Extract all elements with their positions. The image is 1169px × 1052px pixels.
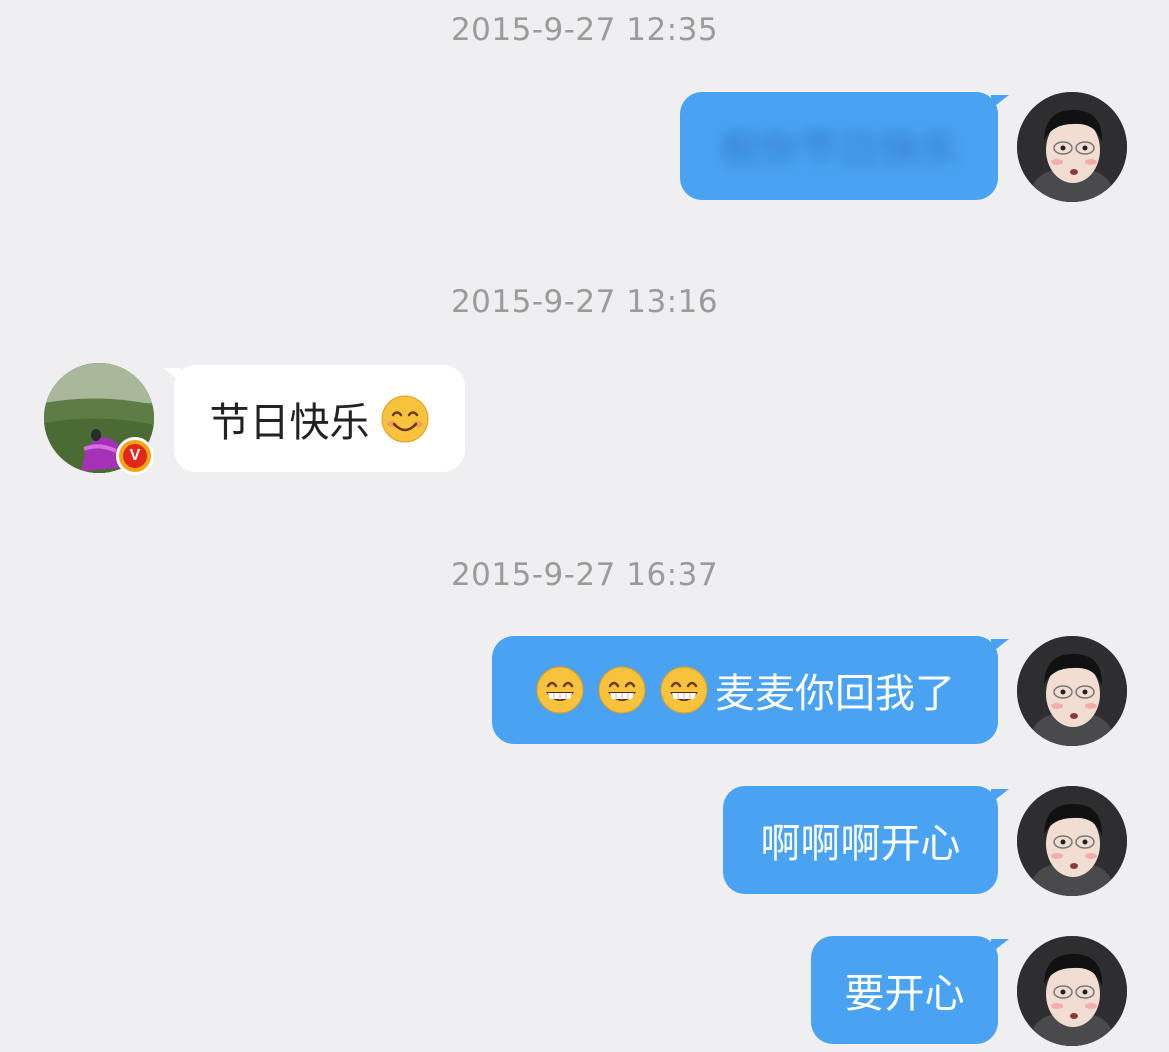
bubble-tail [991,939,1009,953]
timestamp: 2015-9-27 12:35 [450,12,719,48]
timestamp: 2015-9-27 16:37 [450,557,719,593]
message-bubble-outgoing[interactable]: 要开心 [811,936,1009,1044]
message-text: 要开心 [844,971,965,1017]
message-text: 啊啊啊开心 [760,821,961,867]
message-text-blurred: 祝你节日快乐 [719,127,959,173]
message-bubble-outgoing[interactable]: 麦麦你回我了 [492,636,1009,744]
bubble-tail [991,95,1009,109]
my-avatar[interactable] [1017,936,1127,1046]
timestamp: 2015-9-27 13:16 [450,284,719,320]
grinning-face-emoji [659,665,709,715]
grinning-face-emoji [597,665,647,715]
message-bubble-outgoing[interactable]: 祝你节日快乐 [680,92,1009,200]
bubble-tail [991,639,1009,653]
message-text: 节日快乐 [209,399,370,446]
message-bubble-outgoing[interactable]: 啊啊啊开心 [723,786,1009,894]
smiling-face-emoji [380,394,430,444]
bubble-tail [991,789,1009,803]
message-bubble-incoming[interactable]: 节日快乐 [163,365,465,472]
bubble-tail [163,368,181,382]
my-avatar[interactable] [1017,92,1127,202]
message-text: 麦麦你回我了 [715,671,955,717]
my-avatar[interactable] [1017,786,1127,896]
my-avatar[interactable] [1017,636,1127,746]
verified-badge-icon: V [116,437,154,475]
grinning-face-emoji [535,665,585,715]
